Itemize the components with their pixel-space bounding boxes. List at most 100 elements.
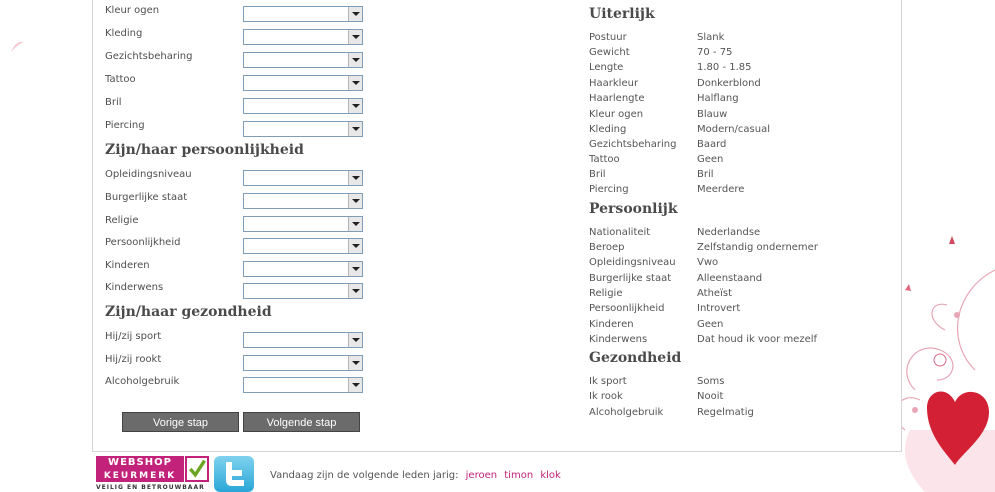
profile-value: Dat houd ik voor mezelf: [697, 334, 818, 345]
member-link-klok[interactable]: klok: [540, 470, 560, 481]
profile-value: Soms: [697, 376, 725, 387]
chevron-down-icon[interactable]: [348, 7, 362, 21]
profile-row: Religie Atheïst: [589, 286, 889, 301]
chevron-down-icon[interactable]: [348, 239, 362, 253]
profile-key: Postuur: [589, 32, 627, 43]
profile-key: Ik sport: [589, 376, 627, 387]
profile-row: Haarkleur Donkerblond: [589, 76, 889, 91]
profile-row: Kinderen Geen: [589, 317, 889, 332]
form-row-persoonlijkheid: Persoonlijkheid: [105, 236, 375, 254]
persoonlijkheid-select[interactable]: [243, 238, 363, 254]
chevron-down-icon[interactable]: [348, 284, 362, 298]
form-row-bril: Bril: [105, 96, 375, 114]
rookt-select[interactable]: [243, 355, 363, 371]
chevron-down-icon[interactable]: [348, 53, 362, 67]
profile-value: Atheïst: [697, 288, 732, 299]
chevron-down-icon[interactable]: [348, 333, 362, 347]
chevron-down-icon[interactable]: [348, 99, 362, 113]
profile-row: Beroep Zelfstandig ondernemer: [589, 240, 889, 255]
twitter-icon[interactable]: [214, 456, 254, 492]
profile-value: Geen: [697, 319, 724, 330]
profile-key: Kinderen: [589, 319, 634, 330]
previous-step-button[interactable]: Vorige stap: [122, 412, 239, 432]
profile-value: 1.80 - 1.85: [697, 62, 752, 73]
kleding-select[interactable]: [243, 29, 363, 45]
profile-key: Religie: [589, 288, 623, 299]
profile-row: Tattoo Geen: [589, 152, 889, 167]
field-label: Kinderen: [105, 260, 150, 271]
profile-row: Ik sport Soms: [589, 374, 889, 389]
opleidingsniveau-select[interactable]: [243, 170, 363, 186]
sport-select[interactable]: [243, 332, 363, 348]
profile-value: Nederlandse: [697, 227, 761, 238]
kinderen-select[interactable]: [243, 261, 363, 277]
member-link-timon[interactable]: timon: [504, 470, 533, 481]
chevron-down-icon[interactable]: [348, 30, 362, 44]
profile-value: Donkerblond: [697, 78, 761, 89]
kleur-ogen-select[interactable]: [243, 6, 363, 22]
profile-row: Postuur Slank: [589, 30, 889, 45]
webshop-keurmerk-badge[interactable]: WEBSHOP KEURMERK VEILIG EN BETROUWBAAR: [96, 456, 210, 492]
form-row-kleur-ogen: Kleur ogen: [105, 4, 375, 22]
form-row-kleding: Kleding: [105, 27, 375, 45]
religie-select[interactable]: [243, 216, 363, 232]
field-label: Bril: [105, 97, 122, 108]
field-label: Kinderwens: [105, 282, 164, 293]
form-row-opleidingsniveau: Opleidingsniveau: [105, 168, 375, 186]
profile-value: Vwo: [697, 257, 719, 268]
profile-value: Halflang: [697, 93, 739, 104]
chevron-down-icon[interactable]: [348, 262, 362, 276]
profile-key: Kleur ogen: [589, 109, 644, 120]
section-title-personality: Zijn/haar persoonlijkheid: [105, 142, 304, 158]
chevron-down-icon[interactable]: [348, 122, 362, 136]
member-link-jeroen[interactable]: jeroen: [466, 470, 497, 481]
profile-value: Alleenstaand: [697, 273, 763, 284]
kinderwens-select[interactable]: [243, 283, 363, 299]
profile-key: Beroep: [589, 242, 625, 253]
chevron-down-icon[interactable]: [348, 194, 362, 208]
profile-row: Lengte 1.80 - 1.85: [589, 60, 889, 75]
field-label: Kleding: [105, 28, 143, 39]
profile-value: Nooit: [697, 391, 724, 402]
twitter-bird-icon: [226, 462, 244, 486]
profile-row: Haarlengte Halflang: [589, 91, 889, 106]
profile-key: Lengte: [589, 62, 624, 73]
profile-row: Nationaliteit Nederlandse: [589, 225, 889, 240]
profile-value: Blauw: [697, 109, 728, 120]
leaf-decoration-icon: [11, 41, 24, 52]
profile-key: Haarkleur: [589, 78, 639, 89]
footer: WEBSHOP KEURMERK VEILIG EN BETROUWBAAR V…: [92, 452, 902, 492]
badge-title: WEBSHOP: [96, 456, 184, 470]
form-row-piercing: Piercing: [105, 119, 375, 137]
chevron-down-icon[interactable]: [348, 217, 362, 231]
badge-tagline: VEILIG EN BETROUWBAAR: [96, 484, 205, 491]
form-row-kinderwens: Kinderwens: [105, 281, 375, 299]
profile-key: Alcoholgebruik: [589, 407, 664, 418]
field-label: Alcoholgebruik: [105, 376, 180, 387]
bril-select[interactable]: [243, 98, 363, 114]
profile-key: Piercing: [589, 184, 629, 195]
next-step-button[interactable]: Volgende stap: [243, 412, 360, 432]
profile-key: Persoonlijkheid: [589, 303, 665, 314]
field-label: Burgerlijke staat: [105, 192, 188, 203]
chevron-down-icon[interactable]: [348, 76, 362, 90]
chevron-down-icon[interactable]: [348, 171, 362, 185]
burgerlijke-staat-select[interactable]: [243, 193, 363, 209]
tattoo-select[interactable]: [243, 75, 363, 91]
form-row-sport: Hij/zij sport: [105, 330, 375, 348]
profile-value: Slank: [697, 32, 725, 43]
profile-value: Regelmatig: [697, 407, 754, 418]
chevron-down-icon[interactable]: [348, 356, 362, 370]
form-row-gezichtsbeharing: Gezichtsbeharing: [105, 50, 375, 68]
profile-row: Gezichtsbeharing Baard: [589, 137, 889, 152]
field-label: Persoonlijkheid: [105, 237, 181, 248]
field-label: Piercing: [105, 120, 145, 131]
piercing-select[interactable]: [243, 121, 363, 137]
badge-subtitle: KEURMERK: [96, 470, 184, 482]
profile-row: Kinderwens Dat houd ik voor mezelf: [589, 332, 889, 347]
profile-key: Gezichtsbeharing: [589, 139, 677, 150]
chevron-down-icon[interactable]: [348, 378, 362, 392]
alcoholgebruik-select[interactable]: [243, 377, 363, 393]
gezichtsbeharing-select[interactable]: [243, 52, 363, 68]
profile-key: Burgerlijke staat: [589, 273, 672, 284]
